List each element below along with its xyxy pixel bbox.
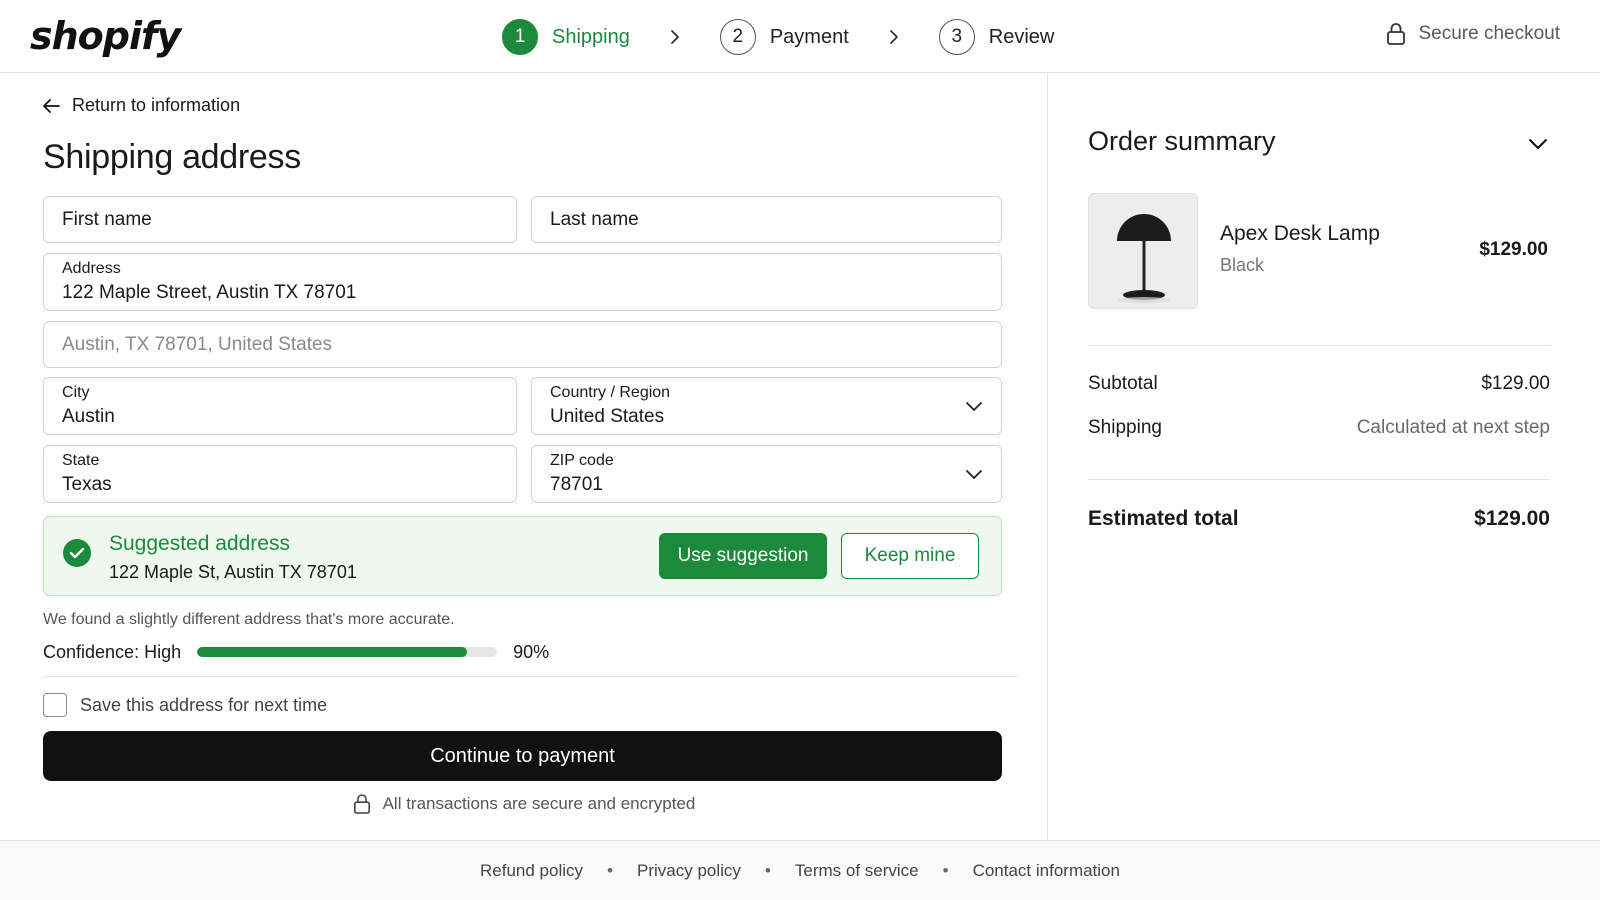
product-name: Apex Desk Lamp bbox=[1220, 222, 1380, 245]
address-label: Address bbox=[62, 260, 121, 277]
summary-divider bbox=[1088, 345, 1550, 346]
footer-separator: • bbox=[942, 860, 949, 880]
desk-lamp-image bbox=[1117, 214, 1171, 303]
continue-to-payment-button[interactable]: Continue to payment bbox=[43, 731, 1002, 781]
step-number-3: 3 bbox=[938, 19, 975, 55]
step-number-1: 1 bbox=[502, 19, 538, 55]
first-name-placeholder: First name bbox=[62, 208, 152, 230]
product-variant: Black bbox=[1220, 255, 1265, 275]
step-label-shipping: Shipping bbox=[552, 25, 630, 48]
order-summary-panel: Order summary Apex Desk Lamp Black $129.… bbox=[1048, 73, 1600, 840]
order-summary-toggle[interactable] bbox=[1526, 135, 1550, 153]
country-select[interactable]: Country / Region United States bbox=[531, 377, 1002, 435]
product-thumbnail bbox=[1088, 193, 1198, 309]
product-price: $129.00 bbox=[1479, 239, 1548, 260]
footer-separator: • bbox=[607, 860, 613, 880]
suggested-address-title: Suggested address bbox=[109, 532, 290, 555]
shipping-value: Calculated at next step bbox=[1356, 417, 1550, 438]
page-title: Shipping address bbox=[43, 138, 301, 176]
confidence-progress-bar bbox=[197, 647, 498, 657]
step-label-review: Review bbox=[988, 25, 1055, 48]
checkout-steps: 1 Shipping 2 Payment 3 Review bbox=[502, 19, 1054, 55]
check-circle-icon bbox=[63, 539, 91, 567]
save-address-checkbox[interactable] bbox=[43, 693, 67, 717]
last-name-field[interactable]: Last name bbox=[531, 196, 1002, 243]
footer: Refund policy • Privacy policy • Terms o… bbox=[0, 840, 1600, 900]
return-to-information-link[interactable]: Return to information bbox=[42, 95, 240, 116]
secure-transactions-note: All transactions are secure and encrypte… bbox=[0, 793, 1048, 815]
footer-separator: • bbox=[764, 860, 771, 880]
lock-icon bbox=[1387, 23, 1406, 45]
subtotal-label: Subtotal bbox=[1088, 373, 1158, 394]
confidence-label: Confidence: High bbox=[43, 641, 182, 662]
suggested-address-banner: Suggested address 122 Maple St, Austin T… bbox=[43, 516, 1002, 596]
summary-divider bbox=[1088, 479, 1550, 480]
chevron-down-icon bbox=[966, 470, 982, 479]
city-label: City bbox=[62, 384, 90, 401]
save-address-checkbox-row[interactable]: Save this address for next time bbox=[43, 692, 327, 718]
address-line2-field[interactable]: Austin, TX 78701, United States bbox=[43, 321, 1002, 368]
confidence-row: Confidence: High 90% bbox=[43, 640, 549, 664]
confidence-progress-fill bbox=[197, 647, 468, 657]
address-field[interactable]: Address 122 Maple Street, Austin TX 7870… bbox=[43, 253, 1002, 311]
lock-icon bbox=[353, 794, 370, 814]
chevron-down-icon bbox=[966, 402, 982, 411]
state-value: Texas bbox=[62, 474, 112, 495]
secure-note-text: All transactions are secure and encrypte… bbox=[382, 794, 696, 813]
save-address-label: Save this address for next time bbox=[80, 694, 328, 715]
refund-policy-link[interactable]: Refund policy bbox=[480, 861, 583, 881]
order-summary-title: Order summary bbox=[1088, 126, 1276, 156]
address-line2-placeholder: Austin, TX 78701, United States bbox=[62, 333, 333, 355]
state-field[interactable]: State Texas bbox=[43, 445, 517, 503]
country-label: Country / Region bbox=[550, 384, 671, 401]
state-label: State bbox=[62, 452, 100, 469]
city-value: Austin bbox=[62, 406, 115, 427]
shipping-form-panel: Return to information Shipping address F… bbox=[0, 73, 1048, 840]
step-label-payment: Payment bbox=[769, 25, 849, 48]
privacy-policy-link[interactable]: Privacy policy bbox=[637, 861, 741, 881]
zip-code-value: 78701 bbox=[550, 474, 603, 495]
address-value: 122 Maple Street, Austin TX 78701 bbox=[62, 282, 357, 303]
estimated-total-value: $129.00 bbox=[1474, 507, 1550, 530]
country-value: United States bbox=[550, 406, 665, 427]
confidence-percent: 90% bbox=[513, 641, 550, 662]
chevron-right-icon bbox=[885, 28, 903, 46]
return-link-label: Return to information bbox=[72, 95, 241, 115]
arrow-left-icon bbox=[43, 98, 60, 113]
first-name-field[interactable]: First name bbox=[43, 196, 517, 243]
contact-information-link[interactable]: Contact information bbox=[973, 861, 1120, 881]
step-review[interactable]: 3 Review bbox=[938, 19, 1055, 55]
city-field[interactable]: City Austin bbox=[43, 377, 517, 435]
estimated-total-label: Estimated total bbox=[1088, 507, 1239, 530]
shopify-logo[interactable]: shopify bbox=[30, 14, 181, 58]
step-number-2: 2 bbox=[719, 19, 756, 55]
step-payment[interactable]: 2 Payment bbox=[719, 19, 849, 55]
terms-of-service-link[interactable]: Terms of service bbox=[795, 861, 919, 881]
chevron-right-icon bbox=[666, 28, 684, 46]
divider bbox=[43, 676, 1017, 677]
secure-checkout-label: Secure checkout bbox=[1418, 23, 1560, 44]
shipping-label: Shipping bbox=[1088, 417, 1162, 438]
use-suggestion-button[interactable]: Use suggestion bbox=[659, 533, 827, 579]
keep-mine-button[interactable]: Keep mine bbox=[841, 533, 979, 579]
last-name-placeholder: Last name bbox=[550, 208, 639, 230]
checkout-header: shopify 1 Shipping 2 Payment 3 Review Se… bbox=[0, 0, 1600, 73]
secure-checkout-indicator: Secure checkout bbox=[1386, 22, 1560, 46]
zip-code-label: ZIP code bbox=[550, 452, 614, 469]
zip-code-select[interactable]: ZIP code 78701 bbox=[531, 445, 1002, 503]
chevron-down-icon bbox=[1529, 139, 1547, 149]
suggestion-note: We found a slightly different address th… bbox=[43, 611, 455, 628]
suggested-address-text: 122 Maple St, Austin TX 78701 bbox=[109, 562, 357, 582]
subtotal-value: $129.00 bbox=[1481, 373, 1550, 394]
step-shipping[interactable]: 1 Shipping bbox=[502, 19, 630, 55]
